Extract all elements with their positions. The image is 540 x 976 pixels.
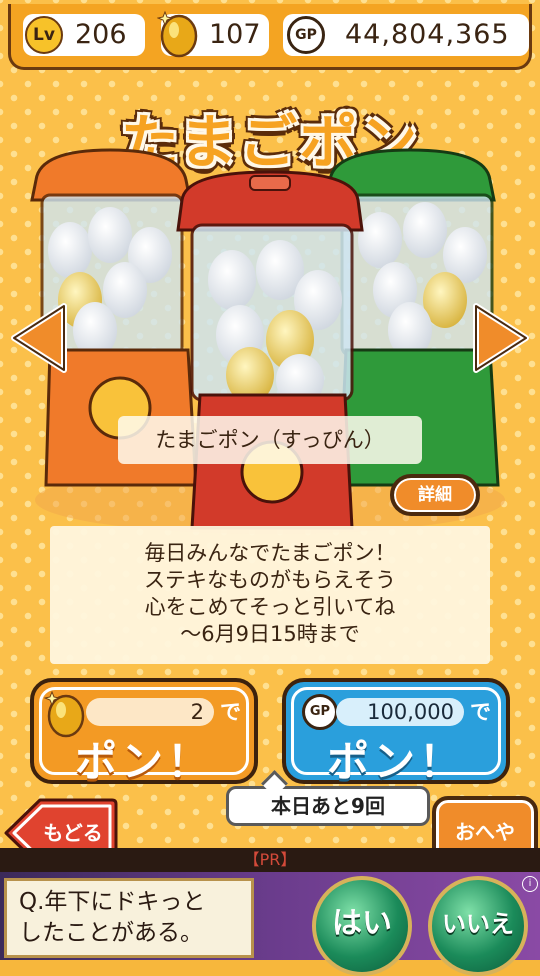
pon-gp-label: ポン！ <box>326 737 465 786</box>
description-line: 〜6月9日15時まで <box>180 622 360 646</box>
pon-gp-suffix: で <box>470 700 491 724</box>
remaining-count: 本日あと9回 <box>226 786 430 826</box>
level-pill: Lv 206 <box>23 14 145 56</box>
gold-egg-icon <box>157 10 198 58</box>
description-line: ステキなものがもらえそう <box>144 568 396 592</box>
description-line: 心をこめてそっと引いてね <box>144 595 396 619</box>
red-machine <box>176 170 364 530</box>
ad-question-line: Q.年下にドキっと <box>19 889 206 915</box>
gp-icon: GP <box>302 694 338 730</box>
ad-question: Q.年下にドキっと したことがある。 <box>4 878 254 958</box>
pon-egg-suffix: で <box>220 700 241 724</box>
pon-egg-label: ポン！ <box>74 737 213 786</box>
gp-pill: GP 44,804,365 <box>283 14 529 56</box>
ad-no-button[interactable]: いいえ <box>428 876 528 976</box>
level-badge: Lv <box>25 16 63 54</box>
ad-yes-button[interactable]: はい <box>312 876 412 976</box>
prev-arrow-button[interactable] <box>8 300 72 376</box>
pon-gp-button[interactable]: GP 100,000 で ポン！ <box>282 678 510 786</box>
description-panel: 毎日みんなでたまごポン！ ステキなものがもらえそう 心をこめてそっと引いてね 〜… <box>50 526 490 664</box>
next-arrow-button[interactable] <box>468 300 532 376</box>
pon-egg-cost: 2 <box>86 698 214 726</box>
gp-value: 44,804,365 <box>345 19 510 50</box>
status-bar: Lv 206 107 GP 44,804,365 <box>8 4 532 70</box>
machine-name-label: たまごポン（すっぴん） <box>118 416 422 464</box>
detail-button[interactable]: 詳細 <box>390 474 480 516</box>
description-line: 毎日みんなでたまごポン！ <box>144 541 396 565</box>
egg-count-value: 107 <box>209 19 261 50</box>
level-value: 206 <box>75 19 127 50</box>
pr-label: 【PR】 <box>243 850 297 869</box>
gp-icon: GP <box>287 16 325 54</box>
pon-gp-cost: 100,000 <box>336 698 464 726</box>
ad-info-icon[interactable]: i <box>522 876 538 892</box>
ad-question-line: したことがある。 <box>19 920 203 946</box>
pon-egg-button[interactable]: 2 で ポン！ <box>30 678 258 786</box>
egg-count-pill: 107 <box>157 10 269 58</box>
